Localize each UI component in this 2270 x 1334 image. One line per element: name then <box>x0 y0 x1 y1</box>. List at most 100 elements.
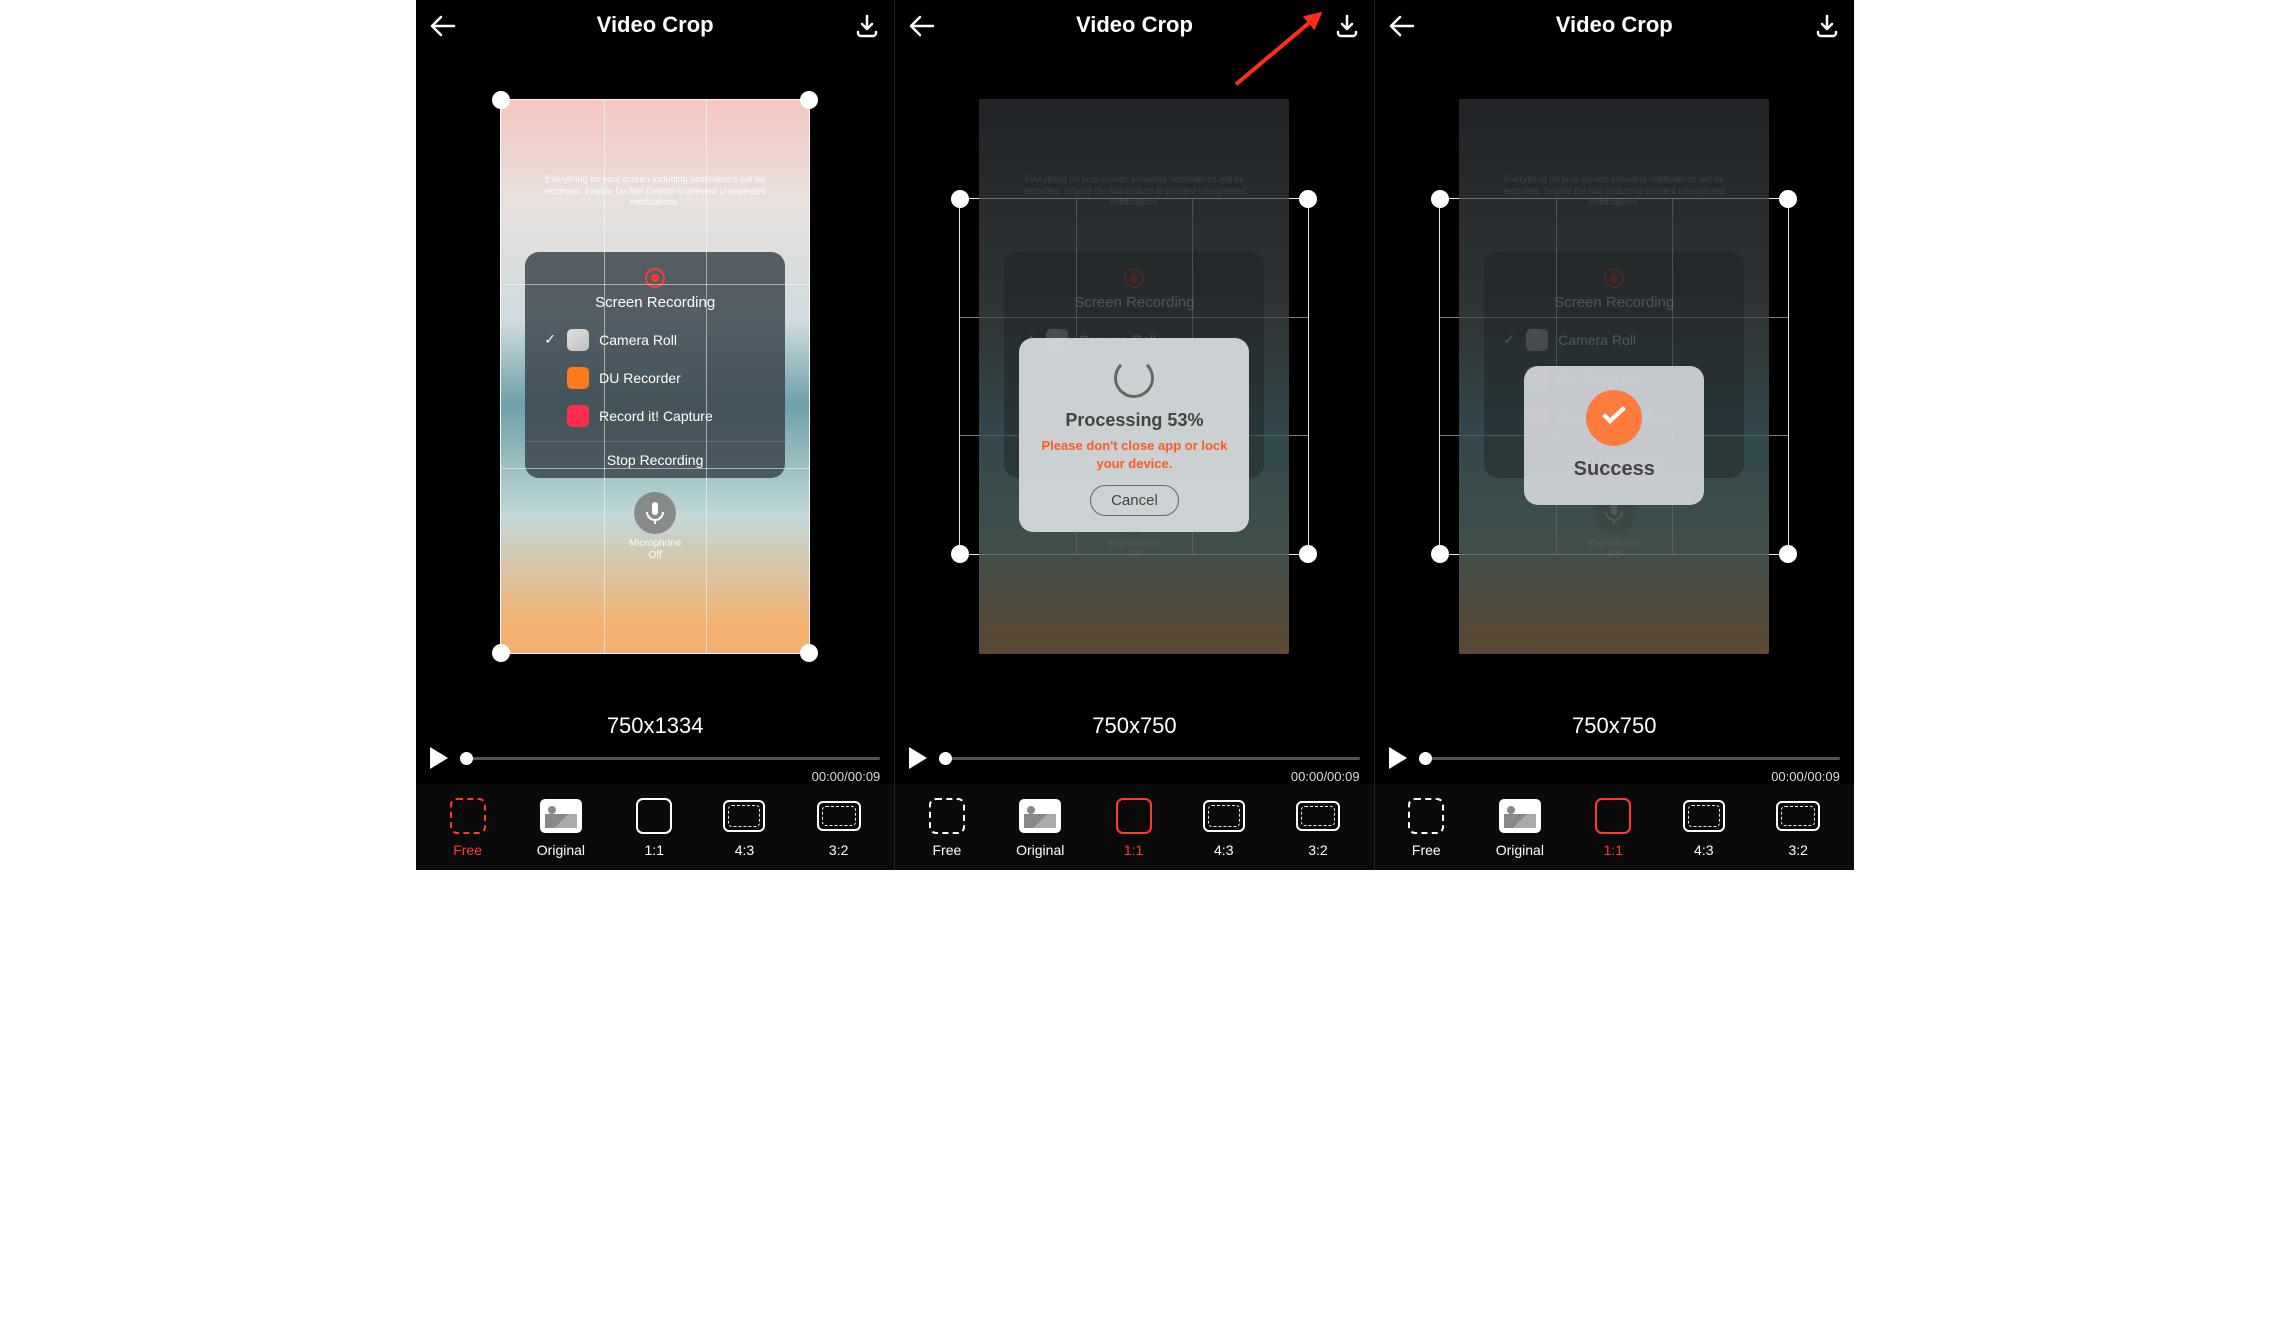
seek-track[interactable] <box>460 757 880 760</box>
ratio-label: 4:3 <box>735 842 754 858</box>
crop-handle-tr[interactable] <box>800 91 818 109</box>
seek-thumb[interactable] <box>939 752 952 765</box>
save-button[interactable] <box>1810 12 1844 40</box>
ratio-11-button[interactable]: 1:1 <box>636 798 672 858</box>
seek-track[interactable] <box>1419 757 1840 760</box>
playback-bar <box>895 743 1373 771</box>
crop-handle-bl[interactable] <box>1431 545 1449 563</box>
back-arrow-icon <box>1389 15 1415 37</box>
crop-handle-bl[interactable] <box>951 545 969 563</box>
check-icon: ✓ <box>1502 331 1516 348</box>
ratio-32-button[interactable]: 3:2 <box>1296 798 1340 858</box>
stop-recording-button[interactable]: Stop Recording <box>1484 441 1744 478</box>
aspect-ratio-bar: Free Original 1:1 4:3 3:2 <box>895 784 1373 870</box>
crop-handle-tl[interactable] <box>492 91 510 109</box>
grid-line <box>960 317 1308 318</box>
instruction-text: Everything on your screen including noti… <box>1019 174 1249 209</box>
back-button[interactable] <box>426 12 460 40</box>
ratio-43-button[interactable]: 4:3 <box>1203 798 1245 858</box>
crop-handle-br[interactable] <box>1299 545 1317 563</box>
crop-region[interactable] <box>500 99 810 654</box>
crop-handle-bl[interactable] <box>492 644 510 662</box>
crop-dimensions: 750x750 <box>1375 713 1854 739</box>
microphone-button[interactable] <box>1593 492 1635 534</box>
video-canvas: Everything on your screen including noti… <box>416 50 894 703</box>
grid-line <box>604 100 605 653</box>
crop-handle-tr[interactable] <box>1779 190 1797 208</box>
ratio-free-icon <box>929 798 965 834</box>
time-display: 00:00/00:09 <box>895 769 1373 784</box>
ratio-43-icon <box>1203 798 1245 834</box>
seek-thumb[interactable] <box>1419 752 1432 765</box>
screen-2: Video Crop Everything on your screen inc… <box>895 0 1374 870</box>
ratio-orig-button[interactable]: Original <box>537 798 585 858</box>
grid-line <box>1672 199 1673 554</box>
back-arrow-icon <box>430 15 456 37</box>
video-background <box>1459 99 1769 654</box>
grid-line <box>1440 435 1788 436</box>
crop-region[interactable] <box>1439 198 1789 555</box>
playback-bar <box>1375 743 1854 771</box>
ratio-orig-button[interactable]: Original <box>1016 798 1064 858</box>
save-button[interactable] <box>850 12 884 40</box>
back-button[interactable] <box>905 12 939 40</box>
ratio-label: Free <box>1412 842 1441 858</box>
ratio-32-icon <box>1296 798 1340 834</box>
ratio-32-button[interactable]: 3:2 <box>817 798 861 858</box>
download-icon <box>1335 14 1359 38</box>
ratio-43-button[interactable]: 4:3 <box>1683 798 1725 858</box>
download-icon <box>1815 14 1839 38</box>
ratio-11-button[interactable]: 1:1 <box>1595 798 1631 858</box>
processing-warning: Please don't close app or lock your devi… <box>1035 437 1233 472</box>
panel-title: Screen Recording <box>1484 294 1744 311</box>
ratio-free-button[interactable]: Free <box>929 798 965 858</box>
seek-thumb[interactable] <box>460 752 473 765</box>
page-title: Video Crop <box>1556 12 1673 38</box>
microphone-label: MicrophoneOff <box>1004 538 1264 562</box>
back-arrow-icon <box>909 15 935 37</box>
ratio-orig-button[interactable]: Original <box>1496 798 1544 858</box>
grid-line <box>501 468 809 469</box>
ratio-free-button[interactable]: Free <box>1408 798 1444 858</box>
play-button[interactable] <box>909 747 927 769</box>
record-dot-icon <box>1604 268 1624 288</box>
record-dot-icon <box>1124 268 1144 288</box>
save-button[interactable] <box>1330 12 1364 40</box>
instruction-text: Everything on your screen including noti… <box>1499 174 1729 209</box>
ratio-label: 3:2 <box>829 842 848 858</box>
recording-option-row[interactable]: Record it! Capture <box>1484 397 1744 435</box>
app-icon <box>1526 329 1548 351</box>
crop-handle-br[interactable] <box>800 644 818 662</box>
ratio-label: Free <box>453 842 482 858</box>
crop-dimensions: 750x1334 <box>416 713 894 739</box>
crop-handle-tr[interactable] <box>1299 190 1317 208</box>
app-icon <box>1526 405 1548 427</box>
recording-option-row[interactable]: ✓ Camera Roll <box>1484 321 1744 359</box>
ratio-free-icon <box>1408 798 1444 834</box>
ratio-orig-icon <box>540 798 582 834</box>
grid-line <box>706 100 707 653</box>
crop-handle-tl[interactable] <box>951 190 969 208</box>
video-content: Screen Recording ✓ Camera Roll DU Record… <box>1484 252 1744 562</box>
ratio-label: 4:3 <box>1214 842 1233 858</box>
ratio-label: 4:3 <box>1694 842 1713 858</box>
crop-handle-tl[interactable] <box>1431 190 1449 208</box>
ratio-43-button[interactable]: 4:3 <box>723 798 765 858</box>
ratio-32-button[interactable]: 3:2 <box>1776 798 1820 858</box>
back-button[interactable] <box>1385 12 1419 40</box>
ratio-11-button[interactable]: 1:1 <box>1116 798 1152 858</box>
cancel-button[interactable]: Cancel <box>1090 485 1179 516</box>
page-title: Video Crop <box>597 12 714 38</box>
seek-track[interactable] <box>939 757 1359 760</box>
play-button[interactable] <box>1389 747 1407 769</box>
ratio-32-icon <box>817 798 861 834</box>
video-frame: Everything on your screen including noti… <box>1459 99 1769 654</box>
crop-handle-br[interactable] <box>1779 545 1797 563</box>
processing-modal: Processing 53% Please don't close app or… <box>1019 338 1249 531</box>
crop-dimensions: 750x750 <box>895 713 1373 739</box>
ratio-43-icon <box>1683 798 1725 834</box>
ratio-label: 1:1 <box>645 842 664 858</box>
play-button[interactable] <box>430 747 448 769</box>
ratio-free-button[interactable]: Free <box>450 798 486 858</box>
recording-option-row[interactable]: DU Recorder <box>1484 359 1744 397</box>
